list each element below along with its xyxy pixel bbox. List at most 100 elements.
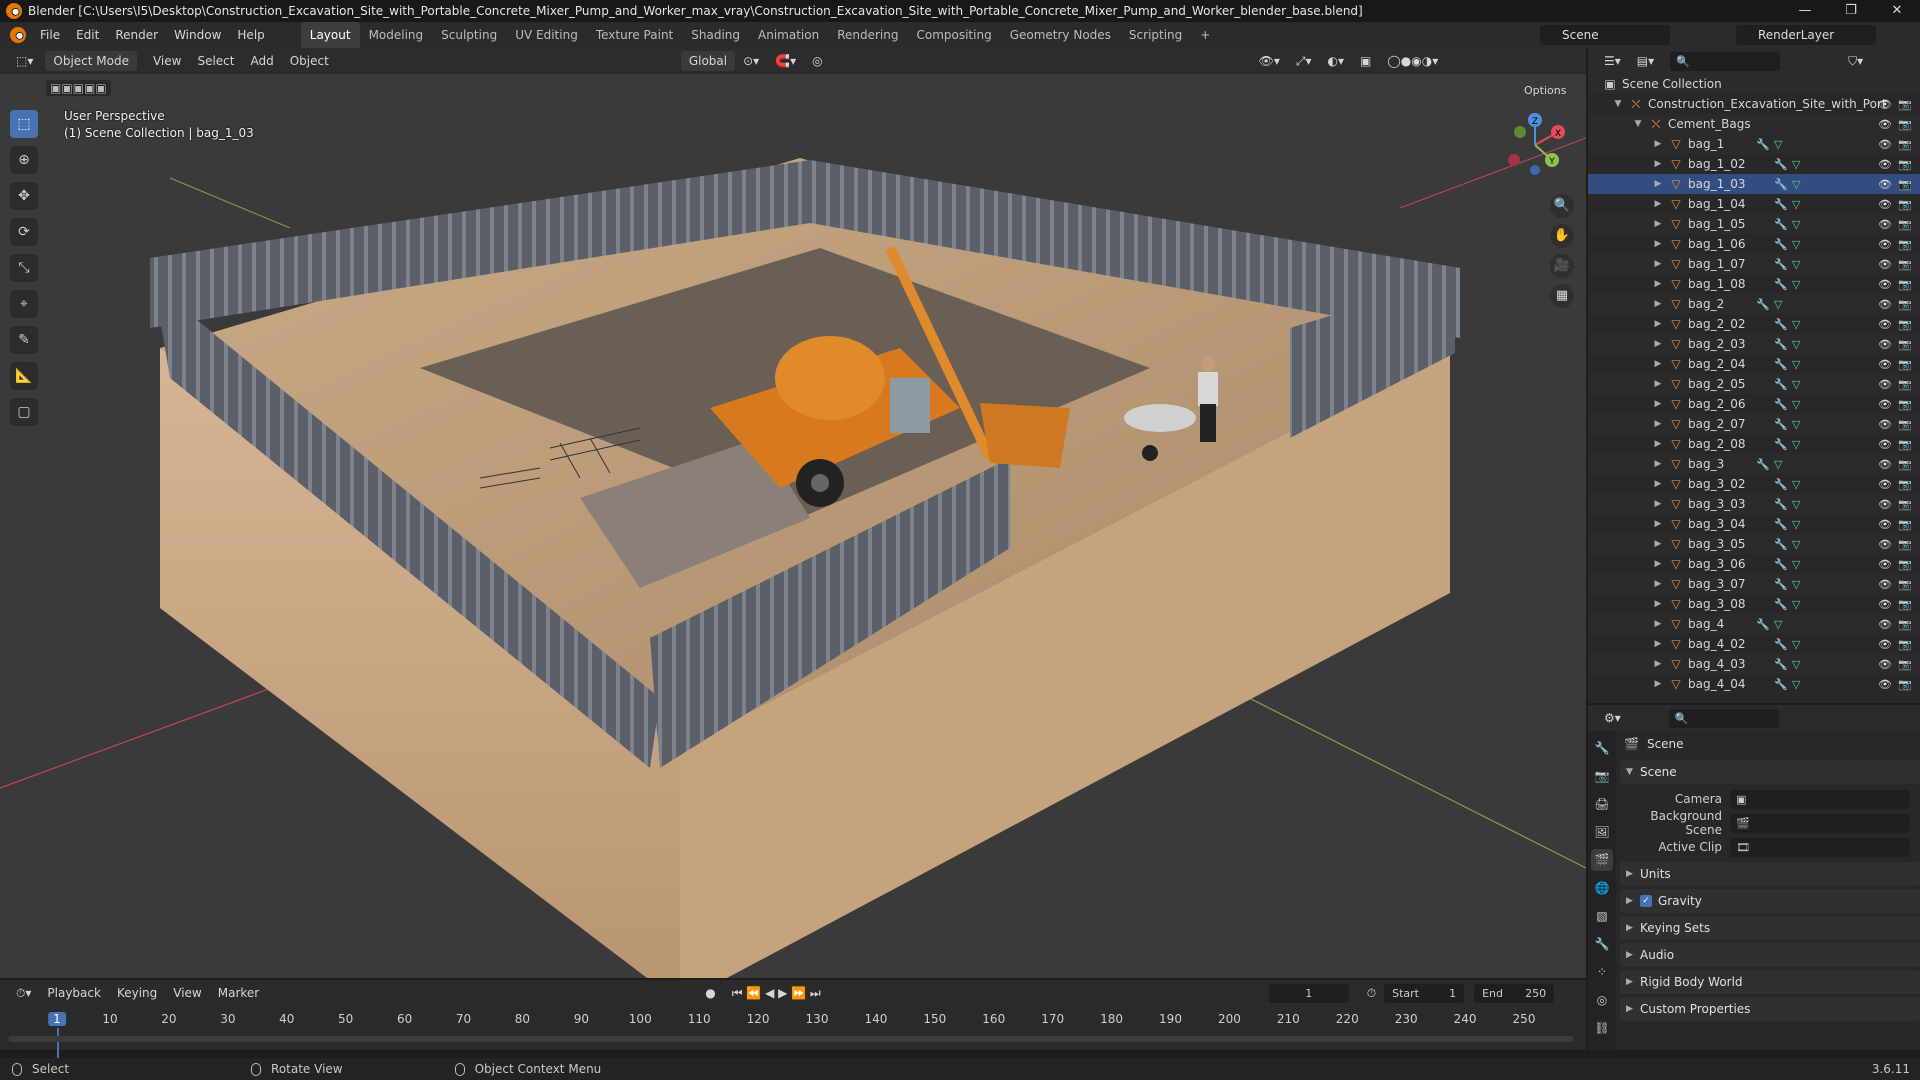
mesh-data-icon[interactable]: ▽: [1792, 538, 1800, 551]
properties-search-input[interactable]: 🔍: [1668, 708, 1779, 728]
render-camera-icon[interactable]: 📷: [1898, 378, 1912, 391]
output-tab-icon[interactable]: 🖨: [1591, 793, 1613, 815]
render-camera-icon[interactable]: 📷: [1898, 518, 1912, 531]
visibility-eye-icon[interactable]: 👁: [1878, 218, 1892, 231]
object-mode-dropdown[interactable]: Object Mode: [45, 51, 137, 71]
tab-uv-editing[interactable]: UV Editing: [506, 22, 587, 48]
visibility-eye-icon[interactable]: 👁: [1878, 638, 1892, 651]
outliner-item[interactable]: ▶ ▽ bag_2_04 🔧 ▽ 👁 📷: [1588, 354, 1920, 374]
visibility-eye-icon[interactable]: 👁: [1878, 258, 1892, 271]
scale-tool[interactable]: ⤡: [10, 254, 38, 282]
modifier-wrench-icon[interactable]: 🔧: [1774, 218, 1788, 231]
viewport-menu-object[interactable]: Object: [282, 51, 337, 71]
preview-range-icon[interactable]: ⏱: [1359, 983, 1384, 1003]
render-camera-icon[interactable]: 📷: [1898, 318, 1912, 331]
timeline-scrollbar[interactable]: [8, 1036, 1574, 1042]
expand-arrow-icon[interactable]: ▼: [1632, 119, 1644, 129]
expand-arrow-icon[interactable]: ▶: [1652, 579, 1664, 589]
outliner-item[interactable]: ▶ ▽ bag_4_02 🔧 ▽ 👁 📷: [1588, 634, 1920, 654]
render-camera-icon[interactable]: 📷: [1898, 638, 1912, 651]
tab-sculpting[interactable]: Sculpting: [432, 22, 506, 48]
visibility-eye-icon[interactable]: 👁: [1878, 378, 1892, 391]
tab-shading[interactable]: Shading: [682, 22, 749, 48]
mesh-data-icon[interactable]: ▽: [1792, 338, 1800, 351]
select-box-tool[interactable]: ⬚: [10, 110, 38, 138]
outliner-item[interactable]: ▶ ▽ bag_3_04 🔧 ▽ 👁 📷: [1588, 514, 1920, 534]
timeline-menu-view[interactable]: View: [165, 983, 209, 1003]
maximize-button[interactable]: ❐: [1828, 0, 1874, 22]
visibility-eye-icon[interactable]: 👁: [1878, 558, 1892, 571]
tool-tab-icon[interactable]: 🔧: [1591, 737, 1613, 759]
modifier-wrench-icon[interactable]: 🔧: [1774, 558, 1788, 571]
render-camera-icon[interactable]: 📷: [1898, 418, 1912, 431]
render-camera-icon[interactable]: 📷: [1898, 158, 1912, 171]
start-frame-field[interactable]: Start 1: [1384, 983, 1465, 1003]
physics-tab-icon[interactable]: ◎: [1591, 989, 1613, 1011]
render-camera-icon[interactable]: 📷: [1898, 458, 1912, 471]
modifier-wrench-icon[interactable]: 🔧: [1774, 318, 1788, 331]
outliner-item[interactable]: ▶ ▽ bag_4_04 🔧 ▽ 👁 📷: [1588, 674, 1920, 694]
render-camera-icon[interactable]: 📷: [1898, 498, 1912, 511]
modifier-wrench-icon[interactable]: 🔧: [1774, 418, 1788, 431]
mesh-data-icon[interactable]: ▽: [1792, 158, 1800, 171]
modifier-wrench-icon[interactable]: 🔧: [1774, 438, 1788, 451]
visibility-eye-icon[interactable]: 👁: [1878, 158, 1892, 171]
outliner-search-input[interactable]: 🔍: [1670, 51, 1781, 71]
visibility-icon[interactable]: 👁▾: [1251, 51, 1288, 71]
modifier-wrench-icon[interactable]: 🔧: [1774, 158, 1788, 171]
outliner-item[interactable]: ▶ ▽ bag_1_06 🔧 ▽ 👁 📷: [1588, 234, 1920, 254]
outliner-item[interactable]: ▶ ▽ bag_1 🔧 ▽ 👁 📷: [1588, 134, 1920, 154]
visibility-eye-icon[interactable]: 👁: [1878, 518, 1892, 531]
tab-modeling[interactable]: Modeling: [360, 22, 433, 48]
outliner-item[interactable]: ▶ ▽ bag_1_02 🔧 ▽ 👁 📷: [1588, 154, 1920, 174]
rigid-body-world-panel-header[interactable]: ▶ Rigid Body World: [1620, 970, 1920, 994]
modifier-wrench-icon[interactable]: 🔧: [1774, 378, 1788, 391]
mesh-data-icon[interactable]: ▽: [1792, 278, 1800, 291]
visibility-eye-icon[interactable]: 👁: [1878, 318, 1892, 331]
modifier-wrench-icon[interactable]: 🔧: [1774, 658, 1788, 671]
constraints-tab-icon[interactable]: ⛓: [1591, 1017, 1613, 1039]
render-camera-icon[interactable]: 📷: [1898, 98, 1912, 111]
outliner-item[interactable]: ▶ ▽ bag_2_07 🔧 ▽ 👁 📷: [1588, 414, 1920, 434]
outliner-item[interactable]: ▶ ▽ bag_3 🔧 ▽ 👁 📷: [1588, 454, 1920, 474]
playhead-line[interactable]: [57, 1028, 59, 1062]
blender-menu-icon[interactable]: [10, 27, 26, 43]
render-camera-icon[interactable]: 📷: [1898, 338, 1912, 351]
visibility-eye-icon[interactable]: 👁: [1878, 358, 1892, 371]
visibility-eye-icon[interactable]: 👁: [1878, 98, 1892, 111]
outliner-item[interactable]: ▶ ▽ bag_2_08 🔧 ▽ 👁 📷: [1588, 434, 1920, 454]
mesh-data-icon[interactable]: ▽: [1774, 618, 1782, 631]
modifier-wrench-icon[interactable]: 🔧: [1756, 618, 1770, 631]
render-camera-icon[interactable]: 📷: [1898, 598, 1912, 611]
outliner-item[interactable]: ▶ ▽ bag_3_05 🔧 ▽ 👁 📷: [1588, 534, 1920, 554]
scene-panel-header[interactable]: ▼ Scene: [1620, 760, 1920, 784]
keying-sets-panel-header[interactable]: ▶ Keying Sets: [1620, 916, 1920, 940]
modifier-wrench-icon[interactable]: 🔧: [1774, 398, 1788, 411]
world-tab-icon[interactable]: 🌐: [1591, 877, 1613, 899]
particles-tab-icon[interactable]: ⁘: [1591, 961, 1613, 983]
tab-animation[interactable]: Animation: [749, 22, 828, 48]
move-tool[interactable]: ✥: [10, 182, 38, 210]
mesh-data-icon[interactable]: ▽: [1792, 418, 1800, 431]
render-camera-icon[interactable]: 📷: [1898, 218, 1912, 231]
modifier-wrench-icon[interactable]: 🔧: [1774, 578, 1788, 591]
modifier-wrench-icon[interactable]: 🔧: [1756, 458, 1770, 471]
expand-arrow-icon[interactable]: ▶: [1652, 339, 1664, 349]
expand-arrow-icon[interactable]: ▶: [1652, 399, 1664, 409]
visibility-eye-icon[interactable]: 👁: [1878, 278, 1892, 291]
visibility-eye-icon[interactable]: 👁: [1878, 198, 1892, 211]
render-camera-icon[interactable]: 📷: [1898, 438, 1912, 451]
expand-arrow-icon[interactable]: ▶: [1652, 219, 1664, 229]
options-dropdown[interactable]: Options: [1516, 81, 1575, 101]
view-layer-selector[interactable]: RenderLayer: [1736, 25, 1876, 45]
modifier-wrench-icon[interactable]: 🔧: [1774, 518, 1788, 531]
visibility-eye-icon[interactable]: 👁: [1878, 678, 1892, 691]
modifier-wrench-icon[interactable]: 🔧: [1774, 338, 1788, 351]
expand-arrow-icon[interactable]: ▶: [1652, 179, 1664, 189]
render-camera-icon[interactable]: 📷: [1898, 578, 1912, 591]
tab-scripting[interactable]: Scripting: [1120, 22, 1191, 48]
expand-arrow-icon[interactable]: ▶: [1652, 679, 1664, 689]
menu-file[interactable]: File: [32, 22, 68, 48]
pivot-icon[interactable]: ⊙▾: [735, 51, 767, 71]
visibility-eye-icon[interactable]: 👁: [1878, 498, 1892, 511]
